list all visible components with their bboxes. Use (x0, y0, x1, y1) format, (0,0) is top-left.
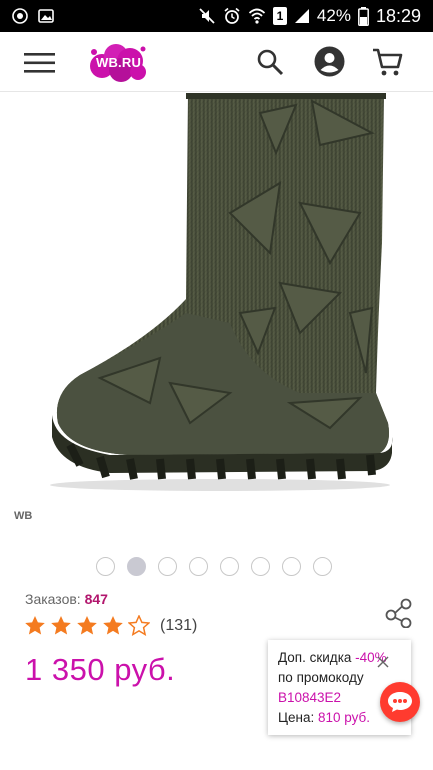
product-rating[interactable]: (131) (24, 615, 197, 636)
promo-line1: Доп. скидка (278, 650, 352, 665)
rubber-boot-image (50, 93, 393, 491)
gallery-dot[interactable] (158, 556, 177, 576)
star-filled-icon (103, 616, 123, 635)
close-icon[interactable] (377, 656, 389, 668)
battery-percent: 42% (316, 6, 351, 25)
alarm-icon (224, 7, 240, 24)
search-icon[interactable] (256, 48, 284, 76)
gallery-dot[interactable] (313, 556, 332, 576)
star-filled-icon (77, 616, 97, 635)
product-image[interactable] (0, 93, 433, 505)
mute-icon (199, 8, 215, 24)
orders-count: Заказов: 847 (25, 591, 108, 607)
app-header: WB.RU (0, 32, 433, 92)
wifi-icon (248, 8, 266, 24)
product-price: 1 350 руб. (25, 652, 176, 687)
chat-icon (388, 692, 412, 712)
gallery-dot[interactable] (251, 556, 270, 576)
gallery-dot[interactable] (282, 556, 301, 576)
star-filled-icon (25, 616, 45, 635)
gallery-dot[interactable] (220, 556, 239, 576)
signal-icon (294, 9, 309, 23)
gallery-dot[interactable] (189, 556, 208, 576)
gallery-pagination (96, 556, 332, 576)
cart-icon[interactable] (372, 47, 404, 77)
clock: 18:29 (375, 5, 421, 26)
share-icon[interactable] (384, 598, 414, 628)
notification-icon (12, 8, 28, 24)
chat-button[interactable] (380, 682, 420, 722)
status-bar: 1 42% 18:29 (0, 0, 433, 32)
star-empty-icon (128, 615, 150, 636)
account-icon[interactable] (314, 46, 345, 77)
orders-number: 847 (84, 591, 108, 607)
battery-icon (358, 6, 369, 26)
brand-label[interactable]: WB (14, 510, 32, 522)
star-filled-icon (51, 616, 71, 635)
promo-price-label: Цена: (278, 710, 315, 725)
menu-icon[interactable] (24, 52, 56, 74)
sim-badge: 1 (272, 7, 287, 25)
promo-line2: по промокоду (278, 670, 364, 685)
gallery-dot-active[interactable] (127, 556, 146, 576)
reviews-count[interactable]: (131) (160, 617, 197, 635)
promo-price-value: 810 руб. (317, 710, 371, 725)
orders-label: Заказов: (25, 591, 81, 607)
gallery-dot[interactable] (96, 556, 115, 576)
logo-text: WB.RU (96, 55, 142, 70)
gallery-icon (38, 9, 54, 23)
